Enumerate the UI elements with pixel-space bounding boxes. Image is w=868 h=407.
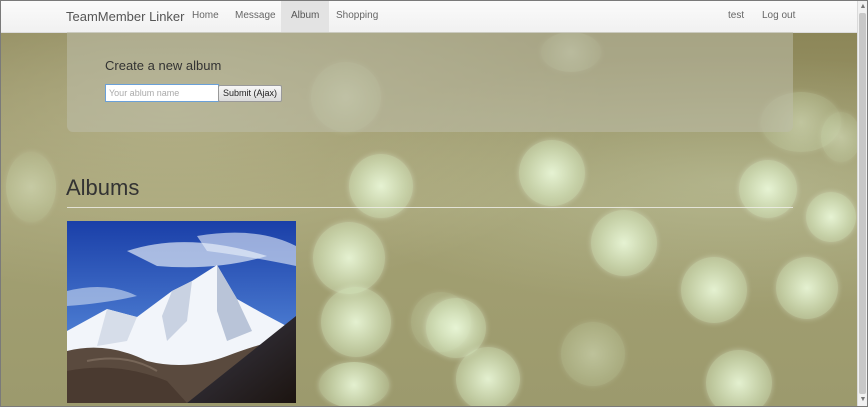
submit-ajax-button[interactable]: Submit (Ajax) bbox=[218, 85, 283, 102]
brand-link[interactable]: TeamMember Linker bbox=[66, 9, 185, 24]
scroll-down-icon[interactable]: ▼ bbox=[859, 395, 867, 404]
nav-logout[interactable]: Log out bbox=[752, 1, 805, 32]
albums-divider bbox=[67, 207, 793, 208]
create-album-title: Create a new album bbox=[105, 58, 222, 73]
nav-message[interactable]: Message bbox=[225, 1, 286, 32]
snowy-mountain-image bbox=[67, 221, 296, 403]
album-name-input[interactable] bbox=[105, 84, 219, 102]
vertical-scrollbar[interactable]: ▲ ▼ bbox=[857, 1, 867, 406]
browser-viewport: TeamMember Linker Home Message Album Sho… bbox=[0, 0, 868, 407]
scroll-up-icon[interactable]: ▲ bbox=[859, 2, 867, 11]
scroll-thumb[interactable] bbox=[859, 13, 866, 394]
album-thumbnail[interactable] bbox=[67, 221, 296, 403]
nav-home[interactable]: Home bbox=[182, 1, 229, 32]
nav-user[interactable]: test bbox=[718, 1, 754, 32]
nav-album[interactable]: Album bbox=[281, 1, 330, 32]
create-album-panel: Create a new album Submit (Ajax) bbox=[67, 32, 793, 132]
top-navbar: TeamMember Linker Home Message Album Sho… bbox=[1, 1, 857, 33]
albums-heading: Albums bbox=[66, 175, 140, 200]
nav-shopping[interactable]: Shopping bbox=[326, 1, 388, 32]
